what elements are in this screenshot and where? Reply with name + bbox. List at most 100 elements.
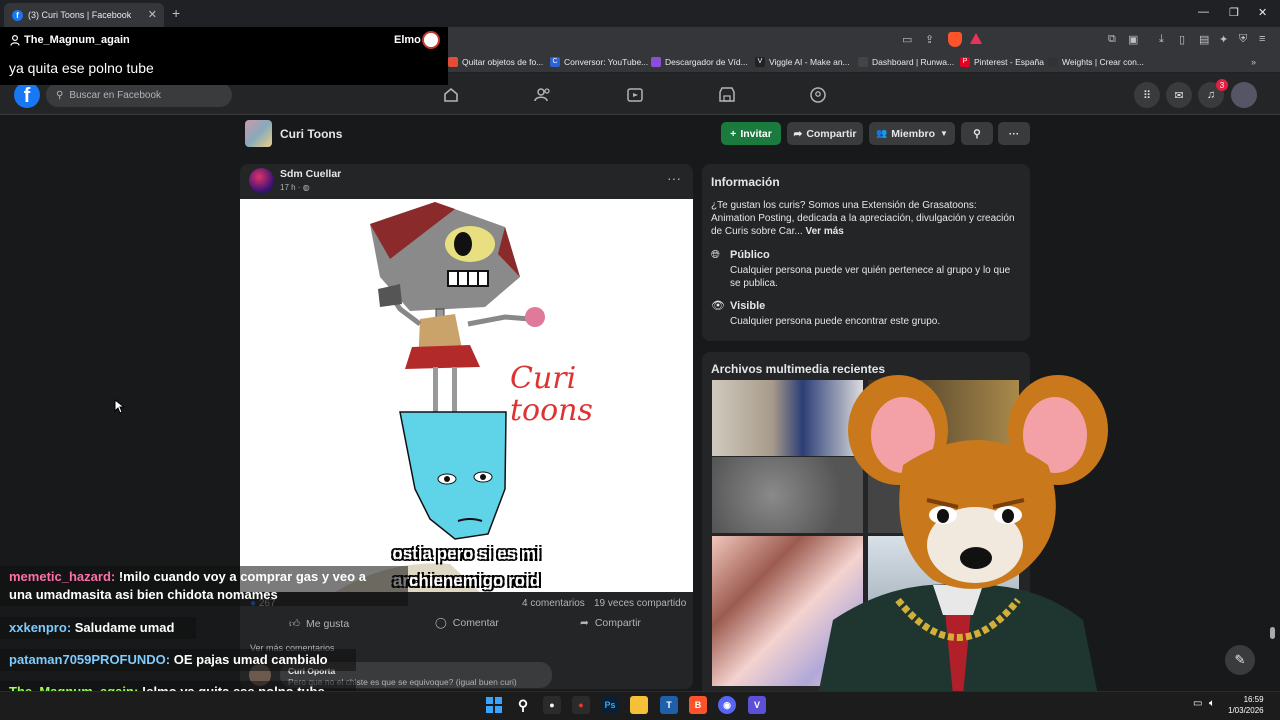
gaming-icon[interactable] (809, 86, 827, 104)
post-options-icon[interactable]: ··· (667, 170, 681, 186)
user-icon (10, 35, 20, 46)
maximize-button[interactable]: ❐ (1229, 6, 1239, 19)
app-icon[interactable]: T (660, 696, 678, 714)
post-image[interactable]: Curi toons (240, 199, 693, 592)
home-icon[interactable] (442, 86, 460, 104)
vpn-icon[interactable]: ⛨ (1239, 33, 1247, 46)
bookmark-item[interactable]: Weights | Crear con... (1048, 57, 1144, 67)
minimize-button[interactable]: — (1198, 6, 1209, 18)
leo-ai-icon[interactable]: ✦ (1219, 33, 1228, 46)
chat-username: memetic_hazard (9, 569, 111, 584)
chat-username: pataman7059PROFUNDO (9, 652, 166, 667)
new-message-button[interactable]: ✎ (1225, 645, 1255, 675)
group-search-button[interactable]: ⚲ (961, 122, 993, 145)
comment-button[interactable]: ◯ Comentar (435, 617, 499, 629)
post-time: 17 h · ◍ (280, 183, 310, 192)
chat-text: !milo cuando voy a comprar gas y veo a (118, 569, 366, 584)
reader-mode-icon[interactable]: ▣ (1128, 33, 1138, 46)
info-description: ¿Te gustan los curis? Somos una Extensió… (711, 199, 1021, 238)
curi-drawing (335, 202, 545, 592)
search-icon: ⚲ (56, 89, 64, 101)
friends-icon[interactable] (534, 86, 552, 104)
bookmark-item[interactable]: P Pinterest - España (960, 57, 1044, 67)
menu-icon[interactable]: ≡ (1259, 33, 1265, 45)
bookmark-item[interactable]: V Viggle AI - Make an... (755, 57, 850, 67)
chevron-down-icon: ▼ (940, 129, 948, 138)
facebook-logo-icon[interactable]: f (14, 82, 40, 108)
group-name[interactable]: Curi Toons (280, 127, 342, 141)
clock-time: 16:59 (1243, 695, 1264, 704)
shares-count[interactable]: 19 veces compartido (594, 598, 686, 609)
browser-tab[interactable]: f (3) Curi Toons | Facebook ✕ (4, 3, 164, 27)
group-more-button[interactable]: ··· (998, 122, 1030, 145)
group-avatar[interactable] (245, 120, 272, 147)
globe-icon: ◍ (302, 183, 310, 192)
github-icon[interactable]: ● (543, 696, 561, 714)
globe-icon: 🌐︎ (711, 249, 720, 261)
comments-count[interactable]: 4 comentarios (522, 598, 585, 609)
browser-tab-bar (0, 0, 1280, 27)
system-clock[interactable]: 16:59 1/03/2026 (1228, 694, 1264, 716)
recorder-icon[interactable]: ● (572, 696, 590, 714)
file-explorer-icon[interactable] (630, 696, 648, 714)
comment-label: Comentar (452, 617, 499, 629)
close-window-button[interactable]: ✕ (1258, 6, 1267, 19)
invite-button[interactable]: + Invitar (721, 122, 781, 145)
bookmark-item[interactable]: C Conversor: YouTube... (550, 57, 648, 67)
new-tab-button[interactable]: + (172, 5, 180, 21)
menu-grid-icon[interactable]: ⠿ (1134, 82, 1160, 108)
brave-shields-icon[interactable] (948, 32, 962, 47)
chat-separator: : (165, 652, 174, 667)
sidebar-icon[interactable]: ▯ (1179, 33, 1185, 46)
bookmark-favicon-icon (651, 57, 661, 67)
post-author-avatar[interactable] (249, 168, 274, 193)
photoshop-icon[interactable]: Ps (601, 696, 619, 714)
extensions-icon[interactable]: ⧉ (1108, 33, 1116, 46)
messenger-icon[interactable]: ✉ (1166, 82, 1192, 108)
editor-app-icon[interactable]: V (748, 696, 766, 714)
watch-icon[interactable] (626, 86, 644, 104)
invite-label: Invitar (740, 127, 772, 140)
share-page-icon[interactable]: ⇪ (925, 33, 934, 46)
share-arrow-icon: ➦ (793, 127, 803, 140)
tab-title: (3) Curi Toons | Facebook (28, 10, 132, 20)
taskbar-search-icon[interactable]: ⚲ (514, 696, 532, 714)
discord-icon[interactable]: ◉ (718, 696, 736, 714)
brave-rewards-icon[interactable] (970, 33, 982, 44)
like-button[interactable]: 👍︎ Me gusta (289, 617, 349, 631)
bookmark-item[interactable]: Quitar objetos de fo... (448, 57, 543, 67)
search-input[interactable]: ⚲ Buscar en Facebook (46, 83, 232, 107)
more-bookmarks-icon[interactable]: » (1251, 57, 1256, 67)
bookmark-favicon-icon (448, 57, 458, 67)
downloads-icon[interactable]: ⤓ (1159, 33, 1164, 46)
network-icon[interactable]: ▭ (1193, 698, 1202, 709)
profile-avatar[interactable] (1231, 82, 1257, 108)
elmo-badge-icon (422, 31, 440, 49)
scrollbar-thumb[interactable] (1270, 627, 1275, 639)
see-more-link[interactable]: Ver más (806, 226, 844, 237)
windows-start-icon[interactable] (485, 696, 503, 714)
post-author[interactable]: Sdm Cuellar (280, 168, 341, 180)
member-dropdown[interactable]: 👥 Miembro ▼ (869, 122, 955, 145)
volume-icon[interactable]: 🔈︎ (1209, 698, 1215, 709)
members-icon: 👥 (876, 128, 888, 138)
search-placeholder: Buscar en Facebook (69, 89, 162, 101)
bookmark-item[interactable]: Dashboard | Runwa... (858, 57, 954, 67)
brave-browser-icon[interactable]: B (689, 696, 707, 714)
facebook-favicon-icon: f (12, 9, 23, 21)
bookmark-item[interactable]: Descargador de Víd... (651, 57, 748, 67)
close-tab-icon[interactable]: ✕ (148, 8, 157, 21)
bookmark-favicon-icon: C (550, 57, 560, 67)
share-group-button[interactable]: ➦ Compartir (787, 122, 863, 145)
chat-username: xxkenpro (9, 620, 67, 635)
plus-icon: + (730, 127, 737, 140)
public-title: Público (730, 249, 770, 261)
share-post-button[interactable]: ➦ Compartir (580, 617, 641, 629)
chat-separator: : (110, 569, 119, 584)
chat-text-continued: una umadmasita asi bien chidota nomames (9, 587, 278, 602)
wallet-icon[interactable]: ▤ (1199, 33, 1209, 46)
compose-icon: ✎ (1234, 652, 1246, 667)
install-app-icon[interactable]: ▭ (902, 33, 912, 46)
chat-text: OE pajas umad cambialo (173, 652, 328, 667)
marketplace-icon[interactable] (718, 86, 736, 104)
